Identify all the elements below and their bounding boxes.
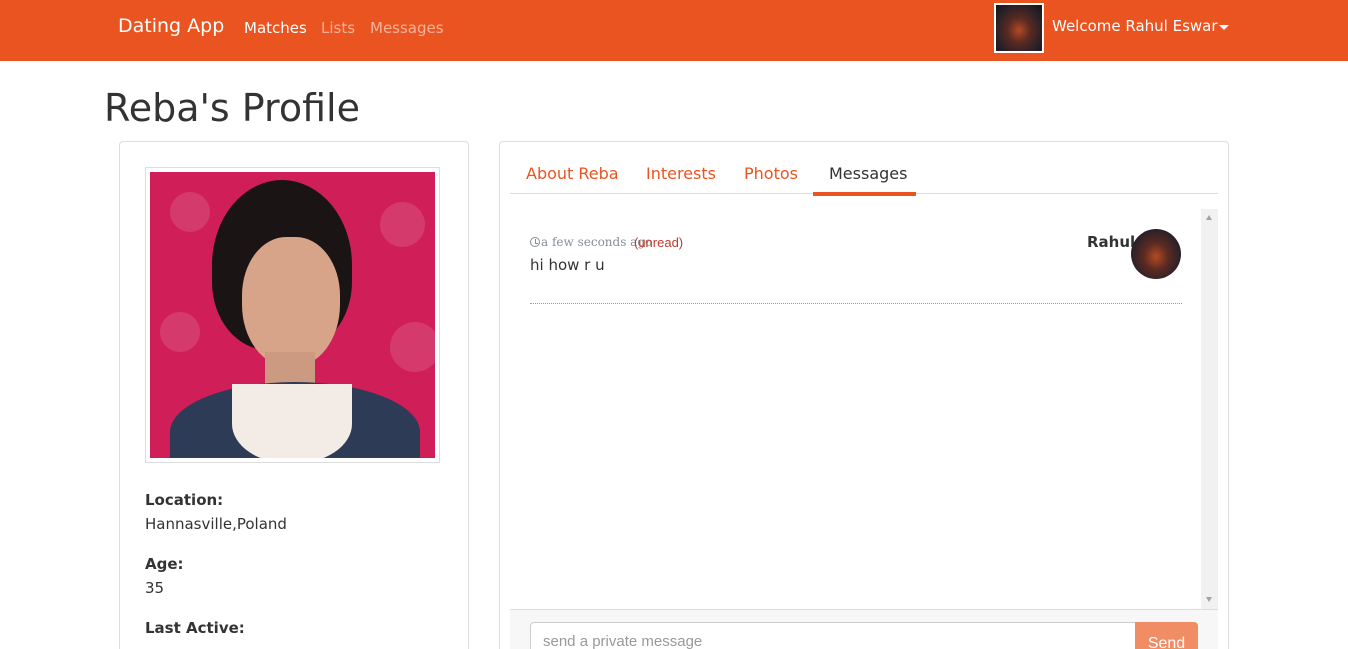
age-label: Age: <box>145 555 184 573</box>
clock-icon <box>530 237 540 247</box>
navbar: Dating App Matches Lists Messages Welcom… <box>0 0 1348 61</box>
tab-messages[interactable]: Messages <box>829 164 907 183</box>
scrollbar[interactable] <box>1201 209 1218 609</box>
message-input[interactable] <box>530 622 1136 649</box>
age-value: 35 <box>145 579 165 597</box>
message-status: (unread) <box>634 235 684 250</box>
tab-interests[interactable]: Interests <box>646 164 716 183</box>
nav-link-matches[interactable]: Matches <box>244 19 307 37</box>
location-label: Location: <box>145 491 224 509</box>
brand-logo[interactable]: Dating App <box>118 15 224 37</box>
tab-about[interactable]: About Reba <box>526 164 619 183</box>
nav-link-messages[interactable]: Messages <box>370 19 444 37</box>
scroll-up-arrow-icon[interactable] <box>1206 215 1212 220</box>
nav-link-lists[interactable]: Lists <box>321 19 355 37</box>
user-avatar-icon[interactable] <box>994 3 1044 53</box>
profile-photo <box>145 167 440 463</box>
location-value: Hannasville,Poland <box>145 515 287 533</box>
message-thread[interactable] <box>510 209 1217 609</box>
user-menu-toggle[interactable]: Welcome Rahul Eswar <box>1052 17 1218 35</box>
scroll-down-arrow-icon[interactable] <box>1206 597 1212 602</box>
active-tab-indicator <box>813 192 916 196</box>
page-title: Reba's Profile <box>104 86 360 130</box>
message-divider <box>530 303 1182 304</box>
send-button[interactable]: Send <box>1135 622 1198 649</box>
caret-down-icon[interactable] <box>1219 25 1229 30</box>
tab-photos[interactable]: Photos <box>744 164 798 183</box>
message-content: hi how r u <box>530 256 605 274</box>
message-sender: Rahul <box>1087 233 1136 251</box>
last-active-label: Last Active: <box>145 619 245 637</box>
sender-avatar <box>1131 229 1181 279</box>
